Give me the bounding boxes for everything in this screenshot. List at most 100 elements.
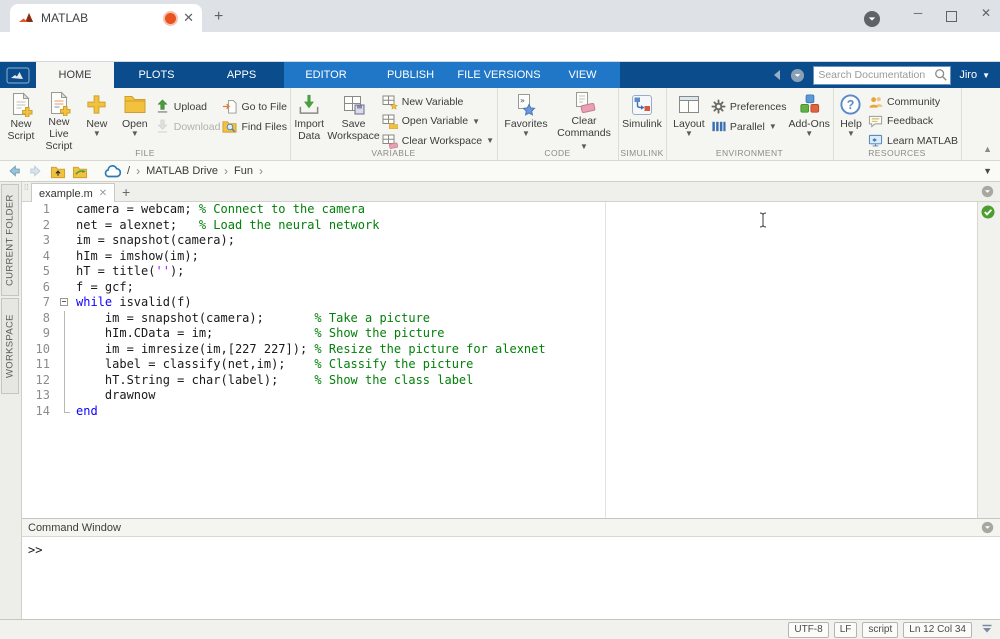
toolbar-button-clear-commands[interactable]: Clear Commands ▼ [554,91,614,149]
toolstrip-tab-publish[interactable]: PUBLISH [368,62,453,88]
toolbar-button-upload[interactable]: Upload [155,98,221,115]
toolstrip-tab-plots[interactable]: PLOTS [114,62,199,88]
breadcrumb-matlab-drive[interactable]: MATLAB Drive [146,165,218,177]
folder-up-icon[interactable] [50,164,66,179]
toolbar-button-new[interactable]: New▼ [79,91,115,149]
pathbar-dropdown-icon[interactable]: ▼ [983,166,992,176]
browser-address-bar: ← → ↻ ⌂ matlab.mathworks.com GeC Paused … [0,32,1000,62]
panel-grip-icon[interactable]: ⁞⁞ [24,186,28,190]
toolbar-button-simulink[interactable]: Simulink [621,91,663,149]
toolbar-button-clear-workspace[interactable]: Clear Workspace ▼ [382,133,494,149]
code-line-7: 7while isvalid(f) [22,295,977,311]
line-number: 11 [22,357,54,373]
toolbar-button-preferences[interactable]: Preferences [711,98,787,115]
side-panel-strip: CURRENT FOLDER WORKSPACE [0,182,22,619]
toolbar-button-favorites[interactable]: »Favorites▼ [500,91,552,149]
code-line-5: 5hT = title(''); [22,264,977,280]
window-maximize-button[interactable] [946,11,957,22]
command-window[interactable] [22,537,1000,619]
collapse-toolstrip-icon[interactable]: ▲ [983,144,992,154]
toolstrip-tab-editor[interactable]: EDITOR [284,62,368,88]
editor-tab-example[interactable]: example.m ✕ [31,183,115,203]
code-editor[interactable]: 1camera = webcam; % Connect to the camer… [22,202,977,518]
toolstrip-tab-view[interactable]: VIEW [545,62,620,88]
tab-close-icon[interactable]: ✕ [183,10,194,26]
toolbar-button-layout[interactable]: Layout▼ [669,91,709,149]
code-text: f = gcf; [76,280,134,296]
code-line-10: 10 im = imresize(im,[227 227]); % Resize… [22,342,977,358]
nav-forward-icon[interactable] [28,164,44,178]
browser-menu-circle-icon[interactable] [864,11,880,32]
toolbar-button-parallel[interactable]: Parallel▼ [711,118,787,135]
browser-tab-title: MATLAB [41,11,158,25]
code-fold-marker [54,357,76,373]
code-fold-marker[interactable] [54,295,76,311]
toolbar-button-learn-matlab[interactable]: Learn MATLAB [868,133,958,149]
line-number: 2 [22,218,54,234]
dropdown-arrow-icon: ▼ [93,130,101,138]
toolbar-section-variable: Import DataSave WorkspaceNew Variable Ope… [290,88,498,160]
toolbar-button-open[interactable]: Open▼ [117,91,153,149]
toolbar-button-open-variable[interactable]: Open Variable▼ [382,113,494,129]
editor-tab-bar: ⁞⁞ example.m ✕ + [22,182,1000,202]
code-text: hT = title(''); [76,264,184,280]
search-icon [934,68,948,82]
toolstrip-circle-menu-icon[interactable] [790,68,805,83]
toolbar-button-column: Preferences Parallel▼ [711,91,787,149]
toolbar-section-code: »Favorites▼Clear Commands ▼CODE [497,88,619,160]
side-tab-workspace[interactable]: WORKSPACE [1,298,19,394]
window-minimize-button[interactable]: ─ [908,6,928,20]
toolbar-button-find-files[interactable]: Find Files [222,118,287,135]
toolbar-button-label: Community [887,96,940,108]
browse-folder-icon[interactable] [72,164,88,179]
toolbar-button-download[interactable]: Download [155,118,221,135]
toolbar-button-feedback[interactable]: Feedback [868,113,958,129]
toolbar-button-new-variable[interactable]: New Variable [382,94,494,110]
code-text: im = imresize(im,[227 227]); % Resize th… [76,342,546,358]
command-window-header[interactable]: Command Window [22,518,1000,537]
toolbar-section-file: New ScriptNew Live ScriptNew▼Open▼Upload… [0,88,291,160]
toolstrip-tab-home[interactable]: HOME [36,62,114,88]
svg-text:?: ? [847,98,855,112]
side-tab-current-folder[interactable]: CURRENT FOLDER [1,184,19,296]
dropdown-arrow-icon: ▼ [805,130,813,138]
editor-panel-menu-icon[interactable] [981,185,994,198]
toolbar-button-go-to-file[interactable]: Go to File [222,98,287,115]
statusbar-collapse-icon[interactable] [981,624,993,635]
toolbar-button-save-workspace[interactable]: Save Workspace [327,91,379,149]
code-text: hIm = imshow(im); [76,249,199,265]
community-icon [868,95,883,110]
new-tab-button[interactable]: + [214,8,223,26]
toolbar-button-import-data[interactable]: Import Data [293,91,325,149]
code-analyzer-ok-icon[interactable] [981,205,995,219]
editor-ruler-line [605,202,606,518]
toolstrip-tab-apps[interactable]: APPS [199,62,284,88]
breadcrumb-[interactable]: / [127,165,130,177]
toolbar-button-label: Import Data [294,118,324,142]
toolbar-button-help[interactable]: ?Help▼ [836,91,866,149]
toolbar-button-new-script[interactable]: New Script [3,91,39,149]
browser-tab-strip: MATLAB ✕ + ─ ✕ [0,0,1000,32]
toolbar-button-label: New Script [8,118,35,142]
toolstrip-collapse-left-icon[interactable] [771,69,782,81]
cloud-drive-icon [104,165,121,178]
close-tab-icon[interactable]: ✕ [99,188,107,199]
code-text: im = snapshot(camera); [76,233,235,249]
command-window-menu-icon[interactable] [981,521,994,534]
toolbar-button-label: Clear Workspace [402,135,482,147]
toolbar-button-label: Save Workspace [327,118,379,142]
toolbar-section-label: FILE [0,148,290,158]
breadcrumb-separator: › [259,164,263,178]
user-menu[interactable]: Jiro ▼ [959,69,990,81]
editor-new-tab-button[interactable]: + [122,184,130,200]
browser-tab[interactable]: MATLAB ✕ [10,4,202,32]
toolbar-button-community[interactable]: Community [868,94,958,110]
toolbar-button-add-ons[interactable]: Add-Ons▼ [788,91,830,149]
toolbar-button-new-live-script[interactable]: New Live Script [41,91,77,149]
search-documentation-input[interactable] [813,66,951,85]
breadcrumb-fun[interactable]: Fun [234,165,253,177]
nav-back-icon[interactable] [6,164,22,178]
dropdown-arrow-icon: ▼ [486,136,494,145]
toolstrip-tab-file-versions[interactable]: FILE VERSIONS [453,62,545,88]
window-close-button[interactable]: ✕ [976,6,996,20]
